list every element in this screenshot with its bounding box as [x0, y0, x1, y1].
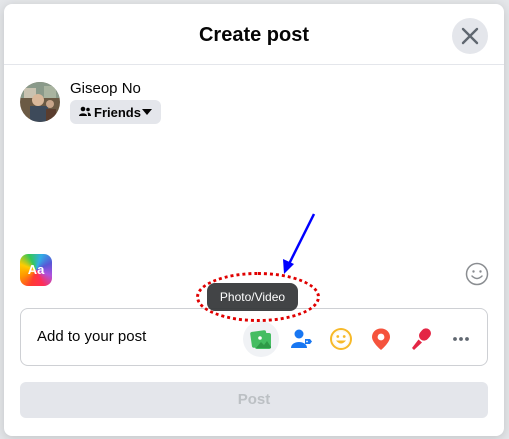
tag-people-button[interactable]	[283, 321, 319, 357]
photo-icon	[250, 330, 271, 349]
close-icon	[461, 27, 479, 45]
friends-icon	[79, 106, 91, 116]
audience-label: Friends	[94, 105, 141, 120]
post-button[interactable]: Post	[20, 382, 488, 418]
dialog-title: Create post	[198, 24, 310, 46]
tag-people-icon	[291, 329, 312, 348]
annotation-highlight-ring	[196, 272, 320, 322]
photo-video-button[interactable]	[243, 321, 279, 357]
audience-selector[interactable]: Friends	[70, 100, 161, 124]
create-post-dialog: Create post Giseop No Friends Aa Add to …	[4, 4, 504, 436]
emoji-button[interactable]	[465, 262, 489, 286]
emoji-icon	[465, 262, 489, 286]
avatar[interactable]	[20, 82, 60, 122]
more-options-button[interactable]	[443, 321, 479, 357]
live-video-button[interactable]	[403, 321, 439, 357]
microphone-icon	[412, 328, 431, 350]
more-dots-icon	[453, 337, 469, 341]
dialog-header: Create post	[4, 4, 504, 65]
check-in-button[interactable]	[363, 321, 399, 357]
add-to-post-label: Add to your post	[37, 328, 147, 345]
location-pin-icon	[372, 328, 390, 350]
caret-down-icon	[142, 109, 152, 115]
user-name[interactable]: Giseop No	[70, 80, 141, 97]
background-picker-label: Aa	[27, 262, 45, 277]
smiley-icon	[330, 328, 352, 350]
text-background-picker[interactable]: Aa	[20, 254, 52, 286]
feeling-activity-button[interactable]	[323, 321, 359, 357]
close-button[interactable]	[452, 18, 488, 54]
